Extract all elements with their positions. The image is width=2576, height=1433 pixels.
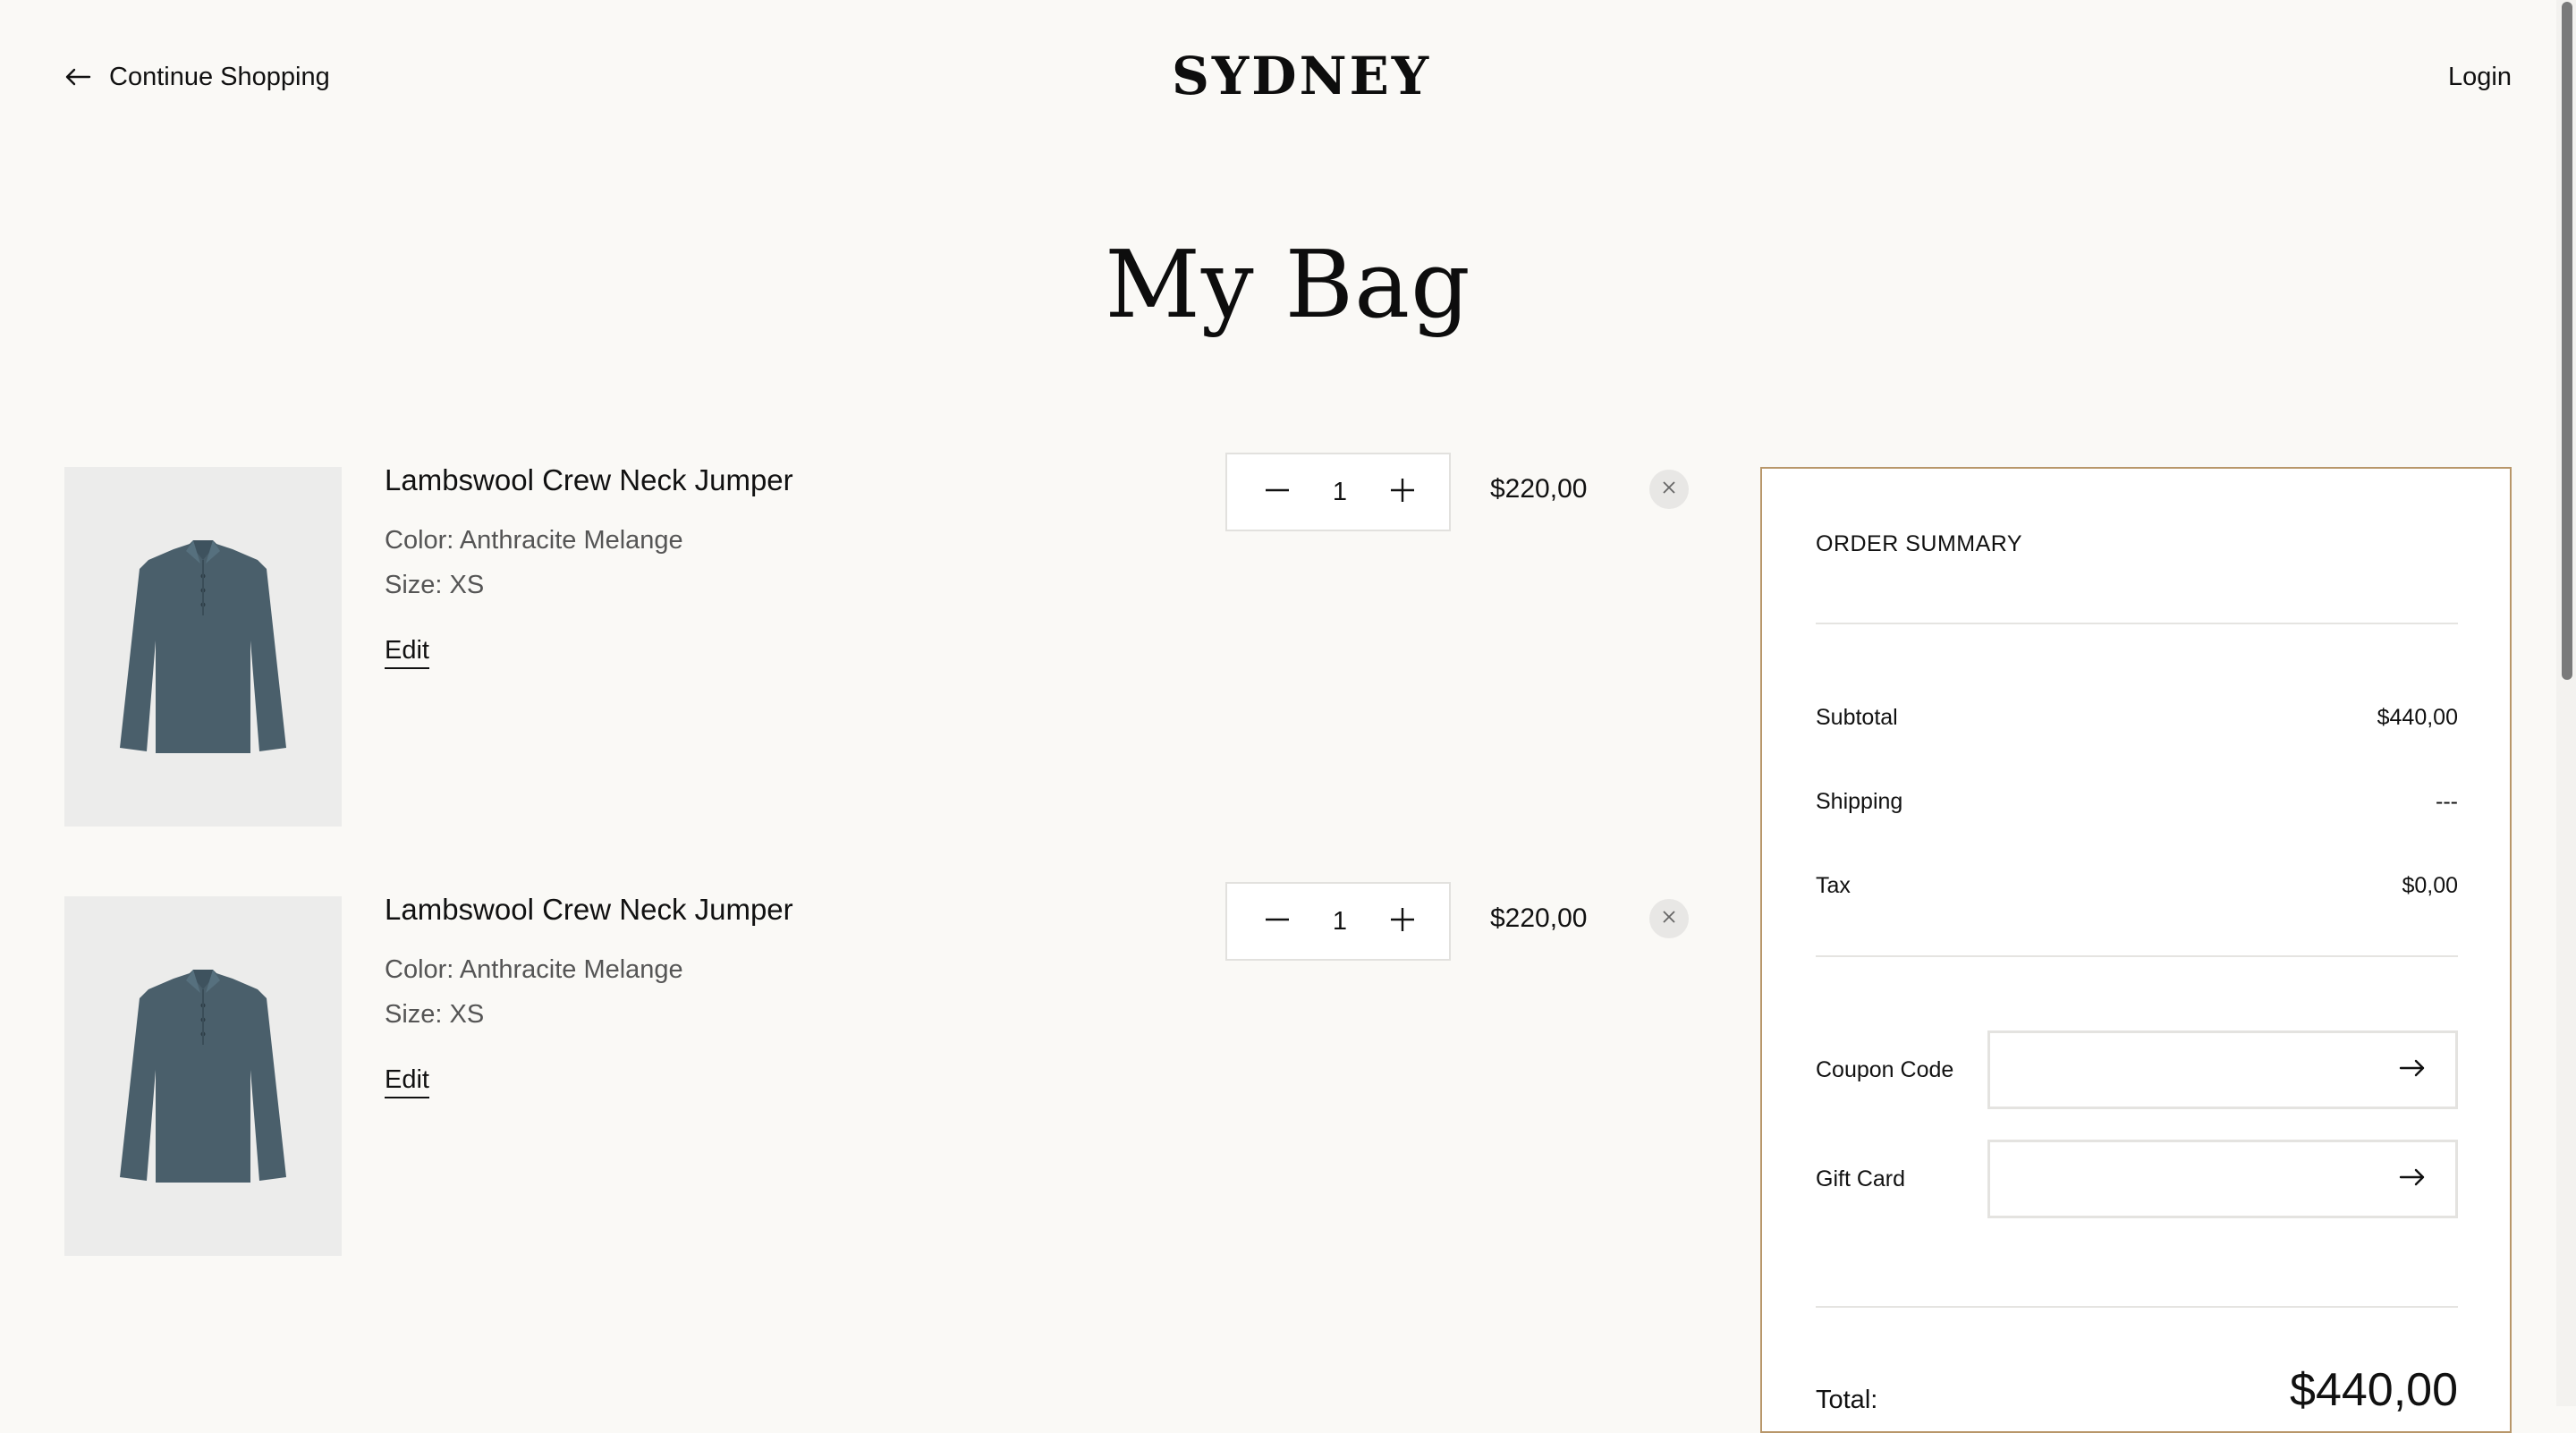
cart-item: Lambswool Crew Neck Jumper Color: Anthra… <box>64 453 1692 827</box>
product-price: $220,00 <box>1490 903 1588 933</box>
decrease-quantity-button[interactable] <box>1263 478 1292 506</box>
product-name[interactable]: Lambswool Crew Neck Jumper <box>385 889 793 930</box>
coupon-code-row: Coupon Code <box>1816 1030 2458 1109</box>
apply-coupon-button[interactable] <box>2396 1054 2428 1086</box>
divider <box>1816 955 2458 957</box>
decrease-quantity-button[interactable] <box>1263 907 1292 936</box>
remove-item-button[interactable] <box>1649 470 1689 509</box>
plus-icon <box>1389 906 1416 937</box>
minus-icon <box>1264 906 1291 937</box>
total-label: Total: <box>1816 1386 1878 1414</box>
gift-card-row: Gift Card <box>1816 1140 2458 1218</box>
coupon-code-label: Coupon Code <box>1816 1056 1954 1082</box>
shirt-image <box>100 533 306 761</box>
coupon-code-field <box>1987 1030 2458 1109</box>
quantity-value[interactable]: 1 <box>1322 907 1358 937</box>
login-link[interactable]: Login <box>2448 59 2512 95</box>
arrow-right-icon <box>2399 1058 2426 1082</box>
gift-card-field <box>1987 1140 2458 1218</box>
continue-shopping-link[interactable]: Continue Shopping <box>64 59 330 95</box>
product-image[interactable] <box>64 467 342 827</box>
plus-icon <box>1389 477 1416 508</box>
arrow-left-icon <box>64 67 91 87</box>
quantity-value[interactable]: 1 <box>1322 478 1358 507</box>
shirt-image <box>100 962 306 1191</box>
tax-row: Tax $0,00 <box>1816 868 2458 903</box>
tax-label: Tax <box>1816 872 1851 898</box>
minus-icon <box>1264 477 1291 508</box>
close-icon <box>1662 910 1676 928</box>
edit-item-link[interactable]: Edit <box>385 1063 429 1098</box>
divider <box>1816 1306 2458 1308</box>
order-summary-title: ORDER SUMMARY <box>1816 531 2023 556</box>
page-title: My Bag <box>1105 230 1471 339</box>
product-color: Color: Anthracite Melange <box>385 526 683 555</box>
product-name[interactable]: Lambswool Crew Neck Jumper <box>385 460 793 501</box>
total-value: $440,00 <box>2290 1364 2458 1416</box>
subtotal-row: Subtotal $440,00 <box>1816 700 2458 735</box>
quantity-stepper: 1 <box>1225 882 1451 961</box>
increase-quantity-button[interactable] <box>1388 478 1417 506</box>
product-size: Size: XS <box>385 571 485 599</box>
shipping-value: --- <box>2436 788 2458 814</box>
shipping-label: Shipping <box>1816 788 1903 814</box>
subtotal-value: $440,00 <box>2377 704 2458 730</box>
order-summary-panel: ORDER SUMMARY Subtotal $440,00 Shipping … <box>1760 467 2512 1433</box>
gift-card-input[interactable] <box>2017 1152 2396 1206</box>
cart-item: Lambswool Crew Neck Jumper Color: Anthra… <box>64 882 1692 1256</box>
close-icon <box>1662 480 1676 499</box>
product-size: Size: XS <box>385 1000 485 1029</box>
edit-item-link[interactable]: Edit <box>385 633 429 669</box>
quantity-stepper: 1 <box>1225 453 1451 531</box>
subtotal-label: Subtotal <box>1816 704 1898 730</box>
tax-value: $0,00 <box>2402 872 2458 898</box>
continue-shopping-label: Continue Shopping <box>109 62 330 91</box>
total-row: Total: $440,00 <box>1816 1363 2458 1417</box>
apply-gift-card-button[interactable] <box>2396 1163 2428 1195</box>
gift-card-label: Gift Card <box>1816 1166 1906 1191</box>
shipping-row: Shipping --- <box>1816 784 2458 819</box>
brand-logo[interactable]: SYDNEY <box>1172 45 1428 107</box>
coupon-code-input[interactable] <box>2017 1043 2396 1097</box>
product-color: Color: Anthracite Melange <box>385 955 683 984</box>
scrollbar[interactable] <box>2556 0 2576 1406</box>
remove-item-button[interactable] <box>1649 899 1689 938</box>
arrow-right-icon <box>2399 1167 2426 1191</box>
product-price: $220,00 <box>1490 474 1588 504</box>
product-image[interactable] <box>64 896 342 1256</box>
divider <box>1816 623 2458 624</box>
increase-quantity-button[interactable] <box>1388 907 1417 936</box>
